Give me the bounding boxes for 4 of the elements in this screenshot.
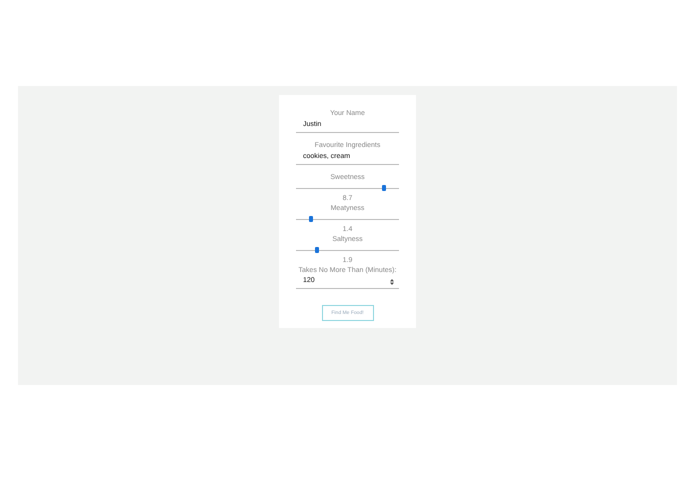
slider-thumb[interactable] bbox=[382, 185, 386, 191]
slider-thumb[interactable] bbox=[309, 216, 314, 222]
slider-thumb[interactable] bbox=[314, 247, 319, 253]
spinner-icon[interactable] bbox=[390, 279, 394, 285]
